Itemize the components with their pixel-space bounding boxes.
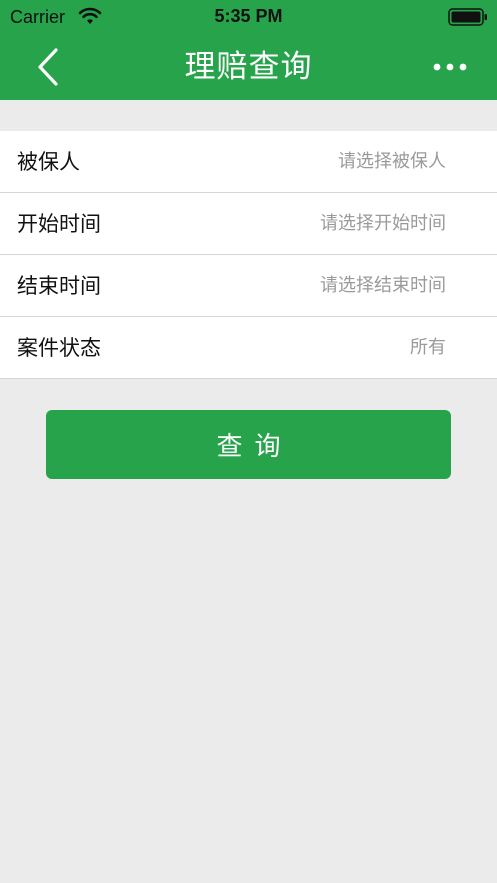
query-form: 被保人 请选择被保人 开始时间 请选择开始时间 结束时间 请选择结束时间 案件状… (0, 131, 497, 379)
navigation-bar: 理赔查询 (0, 34, 497, 100)
insured-person-placeholder: 请选择被保人 (338, 151, 446, 172)
start-time-label: 开始时间 (17, 212, 101, 236)
battery-icon (448, 8, 487, 26)
more-button[interactable] (426, 48, 474, 86)
end-time-row[interactable]: 结束时间 请选择结束时间 (0, 255, 497, 317)
case-status-label: 案件状态 (17, 336, 101, 360)
header: Carrier 5:35 PM 理赔查询 (0, 0, 497, 100)
more-horizontal-icon (433, 63, 467, 71)
status-time: 5:35 PM (214, 6, 283, 26)
end-time-placeholder: 请选择结束时间 (320, 275, 446, 296)
start-time-placeholder: 请选择开始时间 (320, 213, 446, 234)
page-title: 理赔查询 (184, 49, 313, 85)
query-button[interactable]: 查询 (46, 410, 451, 479)
status-bar: Carrier 5:35 PM (0, 0, 497, 34)
chevron-left-icon (38, 48, 58, 86)
end-time-label: 结束时间 (17, 274, 101, 298)
case-status-row[interactable]: 案件状态 所有 (0, 317, 497, 379)
start-time-row[interactable]: 开始时间 请选择开始时间 (0, 193, 497, 255)
insured-person-label: 被保人 (17, 150, 80, 174)
insured-person-row[interactable]: 被保人 请选择被保人 (0, 131, 497, 193)
back-button[interactable] (26, 42, 70, 92)
case-status-value: 所有 (410, 337, 446, 358)
